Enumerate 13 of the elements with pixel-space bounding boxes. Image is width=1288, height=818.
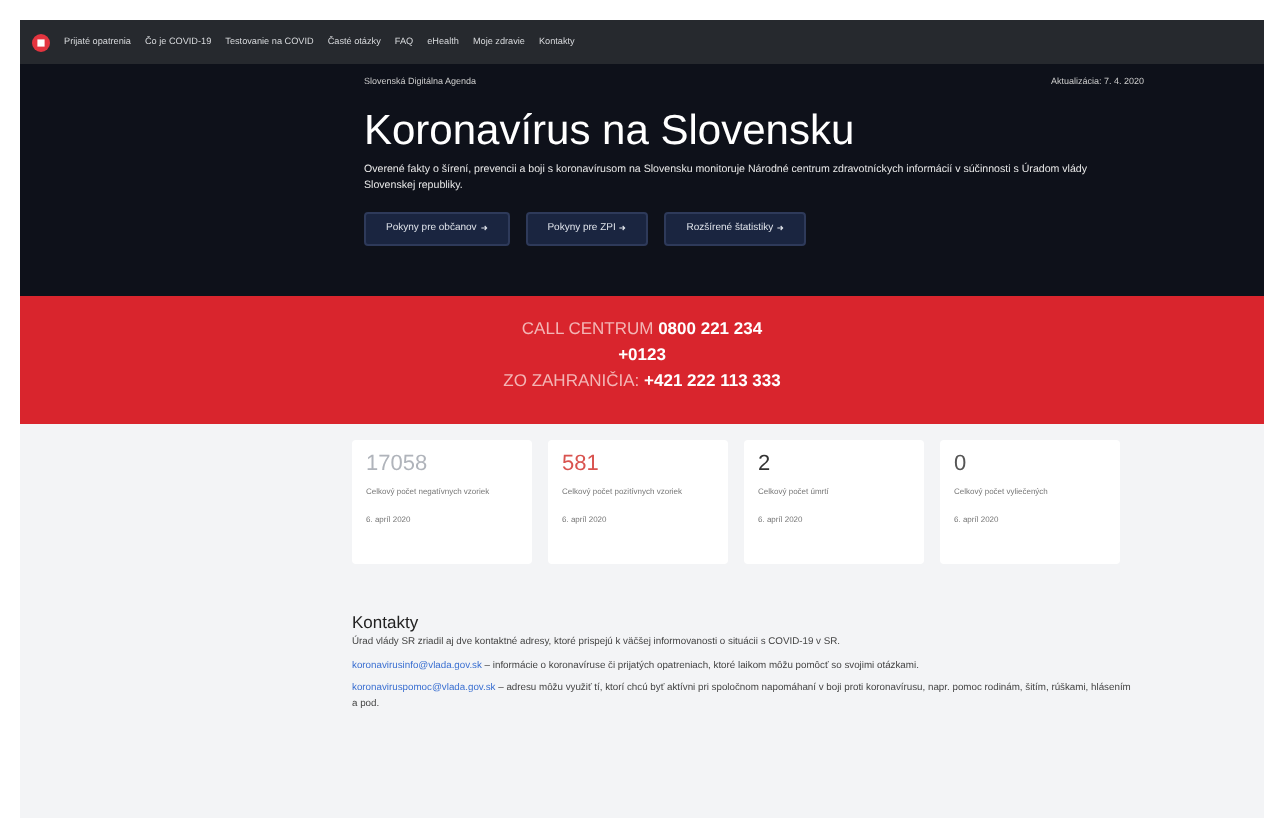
section-title: Kontakty [352, 612, 421, 633]
stat-value: 17058 [366, 452, 430, 479]
logo-icon [32, 33, 50, 51]
call-center-extra: +0123 [616, 341, 668, 367]
arrow-icon [618, 223, 627, 232]
abroad-line: ZO ZAHRANIČIA: +421 222 113 333 [501, 367, 783, 393]
stat-value: 2 [758, 452, 773, 479]
call-center-line: CALL CENTRUM 0800 221 234 [519, 316, 765, 342]
arrow-icon [776, 223, 785, 232]
arrow-icon [479, 223, 488, 232]
stat-value: 581 [562, 452, 601, 479]
stat-value: 0 [954, 452, 969, 479]
page-title: Koronavírus na Slovensku [364, 105, 857, 156]
